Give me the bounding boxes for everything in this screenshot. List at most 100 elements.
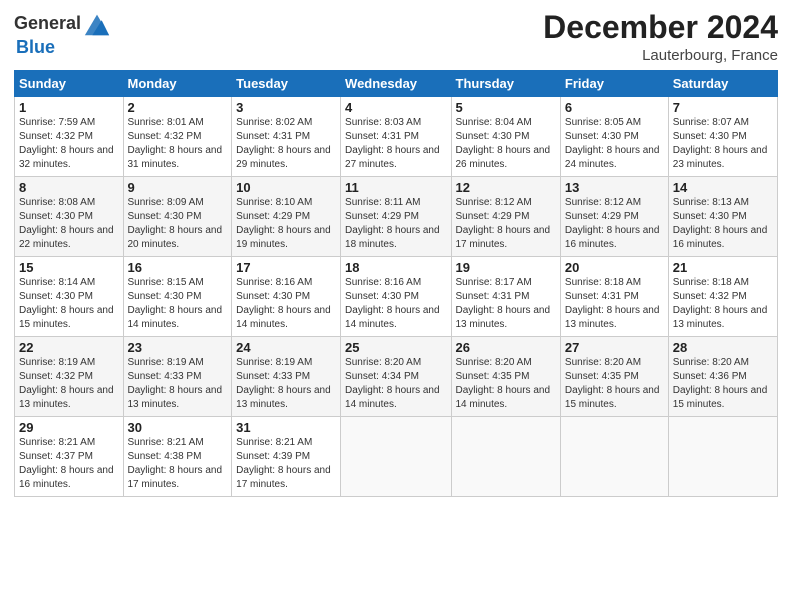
table-row: 7 Sunrise: 8:07 AMSunset: 4:30 PMDayligh…	[668, 97, 777, 177]
day-number: 26	[456, 340, 556, 355]
table-row	[668, 417, 777, 497]
table-row: 26 Sunrise: 8:20 AMSunset: 4:35 PMDaylig…	[451, 337, 560, 417]
day-info: Sunrise: 8:12 AMSunset: 4:29 PMDaylight:…	[456, 197, 551, 250]
logo-blue: Blue	[16, 37, 55, 57]
table-row: 11 Sunrise: 8:11 AMSunset: 4:29 PMDaylig…	[341, 177, 451, 257]
day-number: 18	[345, 260, 446, 275]
month-title: December 2024	[543, 10, 778, 45]
table-row: 20 Sunrise: 8:18 AMSunset: 4:31 PMDaylig…	[560, 257, 668, 337]
table-row: 10 Sunrise: 8:10 AMSunset: 4:29 PMDaylig…	[232, 177, 341, 257]
day-number: 10	[236, 180, 336, 195]
table-row: 24 Sunrise: 8:19 AMSunset: 4:33 PMDaylig…	[232, 337, 341, 417]
day-number: 3	[236, 100, 336, 115]
day-number: 25	[345, 340, 446, 355]
day-number: 24	[236, 340, 336, 355]
day-info: Sunrise: 8:20 AMSunset: 4:35 PMDaylight:…	[565, 357, 660, 410]
logo: General Blue	[14, 10, 111, 58]
day-number: 31	[236, 420, 336, 435]
location: Lauterbourg, France	[543, 47, 778, 64]
table-row: 4 Sunrise: 8:03 AMSunset: 4:31 PMDayligh…	[341, 97, 451, 177]
calendar-week-row: 29 Sunrise: 8:21 AMSunset: 4:37 PMDaylig…	[15, 417, 778, 497]
header-saturday: Saturday	[668, 71, 777, 97]
day-info: Sunrise: 8:16 AMSunset: 4:30 PMDaylight:…	[345, 277, 440, 330]
day-info: Sunrise: 8:11 AMSunset: 4:29 PMDaylight:…	[345, 197, 440, 250]
table-row: 8 Sunrise: 8:08 AMSunset: 4:30 PMDayligh…	[15, 177, 124, 257]
day-number: 7	[673, 100, 773, 115]
calendar-week-row: 22 Sunrise: 8:19 AMSunset: 4:32 PMDaylig…	[15, 337, 778, 417]
table-row: 12 Sunrise: 8:12 AMSunset: 4:29 PMDaylig…	[451, 177, 560, 257]
table-row: 22 Sunrise: 8:19 AMSunset: 4:32 PMDaylig…	[15, 337, 124, 417]
table-row: 5 Sunrise: 8:04 AMSunset: 4:30 PMDayligh…	[451, 97, 560, 177]
day-info: Sunrise: 8:20 AMSunset: 4:36 PMDaylight:…	[673, 357, 768, 410]
table-row: 27 Sunrise: 8:20 AMSunset: 4:35 PMDaylig…	[560, 337, 668, 417]
table-row: 19 Sunrise: 8:17 AMSunset: 4:31 PMDaylig…	[451, 257, 560, 337]
title-block: December 2024 Lauterbourg, France	[543, 10, 778, 64]
day-info: Sunrise: 8:14 AMSunset: 4:30 PMDaylight:…	[19, 277, 114, 330]
day-info: Sunrise: 8:07 AMSunset: 4:30 PMDaylight:…	[673, 117, 768, 170]
day-number: 13	[565, 180, 664, 195]
day-number: 17	[236, 260, 336, 275]
day-number: 9	[128, 180, 228, 195]
day-number: 6	[565, 100, 664, 115]
table-row	[341, 417, 451, 497]
header-tuesday: Tuesday	[232, 71, 341, 97]
day-info: Sunrise: 8:04 AMSunset: 4:30 PMDaylight:…	[456, 117, 551, 170]
day-number: 8	[19, 180, 119, 195]
header-wednesday: Wednesday	[341, 71, 451, 97]
table-row: 16 Sunrise: 8:15 AMSunset: 4:30 PMDaylig…	[123, 257, 232, 337]
header-sunday: Sunday	[15, 71, 124, 97]
table-row: 21 Sunrise: 8:18 AMSunset: 4:32 PMDaylig…	[668, 257, 777, 337]
table-row	[560, 417, 668, 497]
logo-general: General	[14, 14, 81, 34]
day-info: Sunrise: 8:18 AMSunset: 4:31 PMDaylight:…	[565, 277, 660, 330]
table-row: 6 Sunrise: 8:05 AMSunset: 4:30 PMDayligh…	[560, 97, 668, 177]
day-number: 19	[456, 260, 556, 275]
day-info: Sunrise: 8:20 AMSunset: 4:34 PMDaylight:…	[345, 357, 440, 410]
table-row: 1 Sunrise: 7:59 AMSunset: 4:32 PMDayligh…	[15, 97, 124, 177]
day-info: Sunrise: 8:08 AMSunset: 4:30 PMDaylight:…	[19, 197, 114, 250]
table-row: 31 Sunrise: 8:21 AMSunset: 4:39 PMDaylig…	[232, 417, 341, 497]
table-row: 23 Sunrise: 8:19 AMSunset: 4:33 PMDaylig…	[123, 337, 232, 417]
day-info: Sunrise: 8:09 AMSunset: 4:30 PMDaylight:…	[128, 197, 223, 250]
header-monday: Monday	[123, 71, 232, 97]
table-row: 28 Sunrise: 8:20 AMSunset: 4:36 PMDaylig…	[668, 337, 777, 417]
day-number: 20	[565, 260, 664, 275]
day-info: Sunrise: 8:03 AMSunset: 4:31 PMDaylight:…	[345, 117, 440, 170]
header: General Blue December 2024 Lauterbourg, …	[14, 10, 778, 64]
day-info: Sunrise: 8:02 AMSunset: 4:31 PMDaylight:…	[236, 117, 331, 170]
day-info: Sunrise: 8:17 AMSunset: 4:31 PMDaylight:…	[456, 277, 551, 330]
day-number: 30	[128, 420, 228, 435]
day-number: 15	[19, 260, 119, 275]
day-info: Sunrise: 8:16 AMSunset: 4:30 PMDaylight:…	[236, 277, 331, 330]
table-row: 17 Sunrise: 8:16 AMSunset: 4:30 PMDaylig…	[232, 257, 341, 337]
day-info: Sunrise: 8:19 AMSunset: 4:33 PMDaylight:…	[128, 357, 223, 410]
table-row: 3 Sunrise: 8:02 AMSunset: 4:31 PMDayligh…	[232, 97, 341, 177]
day-number: 14	[673, 180, 773, 195]
table-row: 14 Sunrise: 8:13 AMSunset: 4:30 PMDaylig…	[668, 177, 777, 257]
table-row: 30 Sunrise: 8:21 AMSunset: 4:38 PMDaylig…	[123, 417, 232, 497]
weekday-header-row: Sunday Monday Tuesday Wednesday Thursday…	[15, 71, 778, 97]
day-number: 29	[19, 420, 119, 435]
day-number: 27	[565, 340, 664, 355]
day-info: Sunrise: 8:01 AMSunset: 4:32 PMDaylight:…	[128, 117, 223, 170]
calendar-week-row: 15 Sunrise: 8:14 AMSunset: 4:30 PMDaylig…	[15, 257, 778, 337]
day-info: Sunrise: 8:19 AMSunset: 4:32 PMDaylight:…	[19, 357, 114, 410]
day-info: Sunrise: 8:18 AMSunset: 4:32 PMDaylight:…	[673, 277, 768, 330]
day-number: 16	[128, 260, 228, 275]
day-info: Sunrise: 8:21 AMSunset: 4:38 PMDaylight:…	[128, 437, 223, 490]
day-number: 2	[128, 100, 228, 115]
header-friday: Friday	[560, 71, 668, 97]
logo-icon	[83, 10, 111, 38]
table-row: 13 Sunrise: 8:12 AMSunset: 4:29 PMDaylig…	[560, 177, 668, 257]
day-info: Sunrise: 8:10 AMSunset: 4:29 PMDaylight:…	[236, 197, 331, 250]
day-info: Sunrise: 8:05 AMSunset: 4:30 PMDaylight:…	[565, 117, 660, 170]
day-info: Sunrise: 8:12 AMSunset: 4:29 PMDaylight:…	[565, 197, 660, 250]
calendar-week-row: 1 Sunrise: 7:59 AMSunset: 4:32 PMDayligh…	[15, 97, 778, 177]
day-number: 22	[19, 340, 119, 355]
day-number: 4	[345, 100, 446, 115]
table-row: 25 Sunrise: 8:20 AMSunset: 4:34 PMDaylig…	[341, 337, 451, 417]
day-info: Sunrise: 8:19 AMSunset: 4:33 PMDaylight:…	[236, 357, 331, 410]
table-row	[451, 417, 560, 497]
table-row: 9 Sunrise: 8:09 AMSunset: 4:30 PMDayligh…	[123, 177, 232, 257]
day-number: 5	[456, 100, 556, 115]
